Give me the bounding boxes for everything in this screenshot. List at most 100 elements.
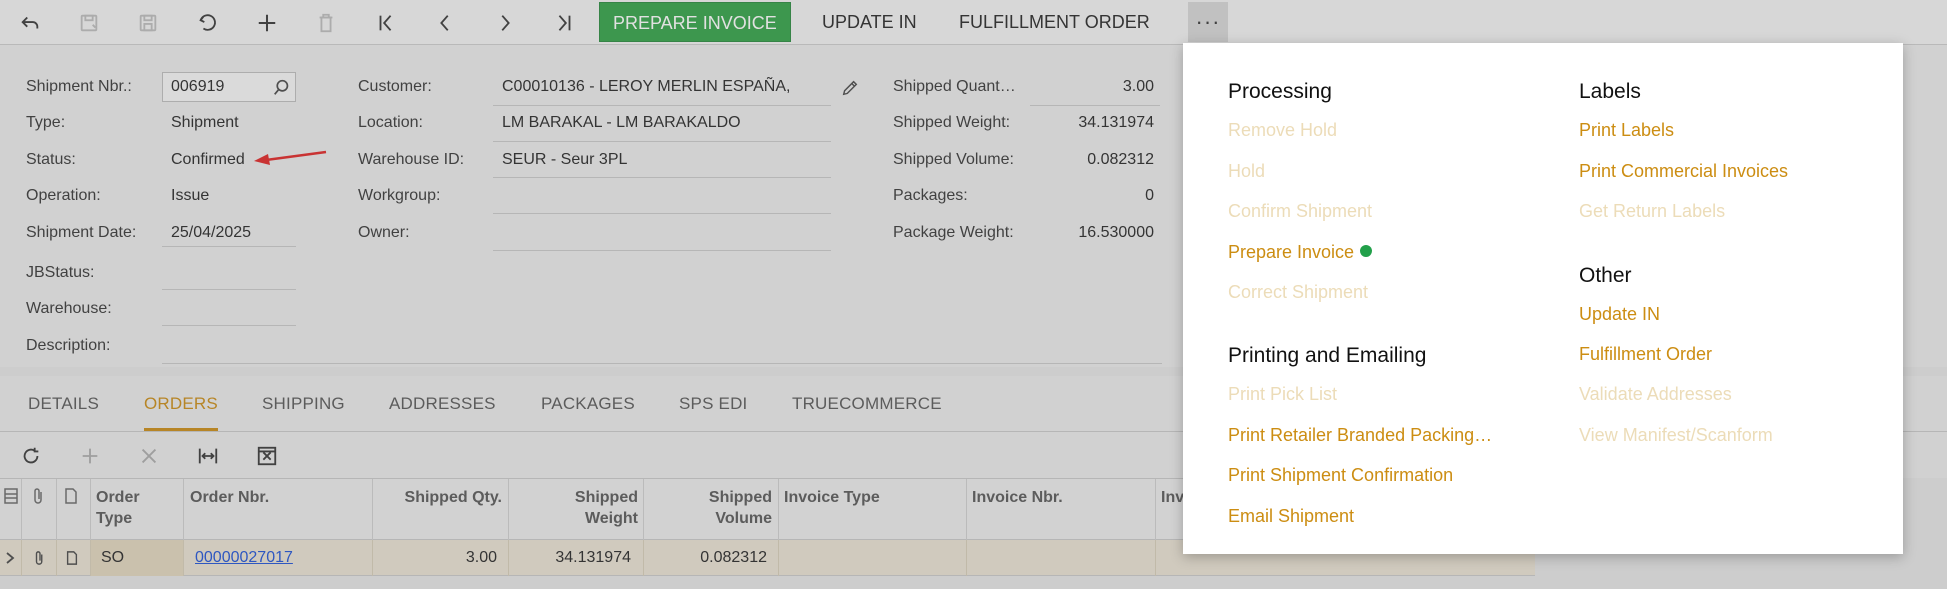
chevron-right-icon[interactable] [5,551,15,565]
col-invoice-nbr[interactable]: Invoice Nbr. [972,487,1063,508]
tab-shipping[interactable]: SHIPPING [262,394,345,428]
attachment-icon[interactable] [31,487,47,505]
cell-sep [1155,540,1156,576]
recommended-dot-icon [1360,245,1373,257]
save-icon[interactable] [134,10,162,36]
delete-row-icon[interactable] [136,443,162,469]
menu-item-confirm-shipment[interactable]: Confirm Shipment [1228,201,1372,222]
cell-shipped-qty: 3.00 [465,549,497,566]
main-toolbar: PREPARE INVOICE UPDATE IN FULFILLMENT OR… [0,0,1947,45]
customer-underline [493,105,831,106]
col-sep [21,479,22,541]
prepare-invoice-button[interactable]: PREPARE INVOICE [599,2,791,42]
shipment-nbr-field[interactable]: 006919 [162,72,296,102]
refresh-icon[interactable] [18,443,44,469]
col-order-nbr[interactable]: Order Nbr. [190,487,269,508]
shipped-volume-label: Shipped Volume: [893,151,1014,168]
shipment-date-label: Shipment Date: [26,224,137,241]
menu-item-update-in[interactable]: Update IN [1579,304,1660,325]
menu-item-hold[interactable]: Hold [1228,161,1265,182]
packages-label: Packages: [893,187,968,204]
warehouse-id-field[interactable]: SEUR - Seur 3PL [502,151,627,169]
menu-item-remove-hold[interactable]: Remove Hold [1228,120,1337,141]
cell-sep [778,540,779,576]
menu-item-prepare-invoice-label: Prepare Invoice [1228,242,1355,262]
note-icon[interactable] [65,549,79,567]
cell-sep [21,540,22,576]
status-label: Status: [26,151,76,168]
next-record-icon[interactable] [491,10,519,36]
menu-item-print-commercial-invoices[interactable]: Print Commercial Invoices [1579,161,1788,182]
cancel-icon[interactable] [194,10,222,36]
fit-columns-icon[interactable] [195,443,221,469]
previous-record-icon[interactable] [431,10,459,36]
jbstatus-underline [162,289,296,290]
tab-sps-edi[interactable]: SPS EDI [679,394,747,428]
shipment-nbr-value: 006919 [171,78,225,95]
menu-item-print-retailer-branded-packing[interactable]: Print Retailer Branded Packing… [1228,425,1492,446]
package-weight-label: Package Weight: [893,224,1014,241]
shipped-quantity-value: 3.00 [1122,78,1154,95]
menu-item-fulfillment-order[interactable]: Fulfillment Order [1579,344,1712,365]
tab-truecommerce[interactable]: TRUECOMMERCE [792,394,942,428]
menu-item-prepare-invoice[interactable]: Prepare Invoice [1228,242,1373,263]
col-inv[interactable]: Inv [1161,487,1184,508]
update-in-button[interactable]: UPDATE IN [809,2,930,42]
delete-icon[interactable] [312,10,340,36]
shipped-volume-value: 0.082312 [1087,151,1154,168]
shipment-date-field[interactable]: 25/04/2025 [171,224,251,242]
fulfillment-order-button[interactable]: FULFILLMENT ORDER [946,2,1163,42]
attachment-icon[interactable] [33,549,47,567]
cell-order-nbr-link[interactable]: 00000027017 [195,549,293,567]
more-actions-button[interactable]: ··· [1188,2,1228,42]
location-field[interactable]: LM BARAKAL - LM BARAKALDO [502,114,741,132]
save-close-icon[interactable] [75,10,103,36]
tab-packages[interactable]: PACKAGES [541,394,635,428]
menu-item-validate-addresses[interactable]: Validate Addresses [1579,384,1732,405]
tab-addresses[interactable]: ADDRESSES [389,394,496,428]
col-shipped-qty[interactable]: Shipped Qty. [378,487,502,508]
customer-field[interactable]: C00010136 - LEROY MERLIN ESPAÑA, [502,78,790,96]
cell-sep [508,540,509,576]
col-sep [1155,479,1156,541]
col-sep [90,479,91,541]
red-annotation-arrow [254,150,327,165]
col-shipped-volume[interactable]: Shipped Volume [690,487,772,529]
menu-item-print-shipment-confirmation[interactable]: Print Shipment Confirmation [1228,465,1453,486]
cell-shipped-volume: 0.082312 [700,549,767,566]
description-underline [162,363,1162,364]
menu-item-view-manifest-scanform[interactable]: View Manifest/Scanform [1579,425,1773,446]
col-invoice-type[interactable]: Invoice Type [784,487,880,508]
col-sep [508,479,509,541]
col-order-type[interactable]: Order Type [96,487,176,529]
col-sep [56,479,57,541]
add-icon[interactable] [253,10,281,36]
operation-label: Operation: [26,187,101,204]
edit-pencil-icon[interactable] [841,79,859,97]
note-icon[interactable] [63,487,79,505]
menu-item-correct-shipment[interactable]: Correct Shipment [1228,282,1368,303]
col-sep [643,479,644,541]
undo-back-icon[interactable] [16,10,44,36]
col-shipped-weight[interactable]: Shipped Weight [560,487,638,529]
menu-item-print-pick-list[interactable]: Print Pick List [1228,384,1337,405]
last-record-icon[interactable] [550,10,578,36]
row-settings-icon[interactable] [3,487,19,505]
type-value: Shipment [171,114,239,131]
shipped-weight-label: Shipped Weight: [893,114,1011,131]
tab-orders[interactable]: ORDERS [144,394,218,431]
jbstatus-label: JBStatus: [26,264,95,281]
menu-item-get-return-labels[interactable]: Get Return Labels [1579,201,1725,222]
warehouse-id-underline [493,177,831,178]
export-excel-icon[interactable] [254,443,280,469]
cell-sep [372,540,373,576]
add-row-icon[interactable] [77,443,103,469]
tab-details[interactable]: DETAILS [28,394,99,428]
menu-item-email-shipment[interactable]: Email Shipment [1228,506,1354,527]
shipped-weight-value: 34.131974 [1078,114,1154,131]
menu-item-print-labels[interactable]: Print Labels [1579,120,1674,141]
search-icon[interactable] [273,79,290,96]
first-record-icon[interactable] [372,10,400,36]
owner-label: Owner: [358,224,410,241]
col-sep [183,479,184,541]
